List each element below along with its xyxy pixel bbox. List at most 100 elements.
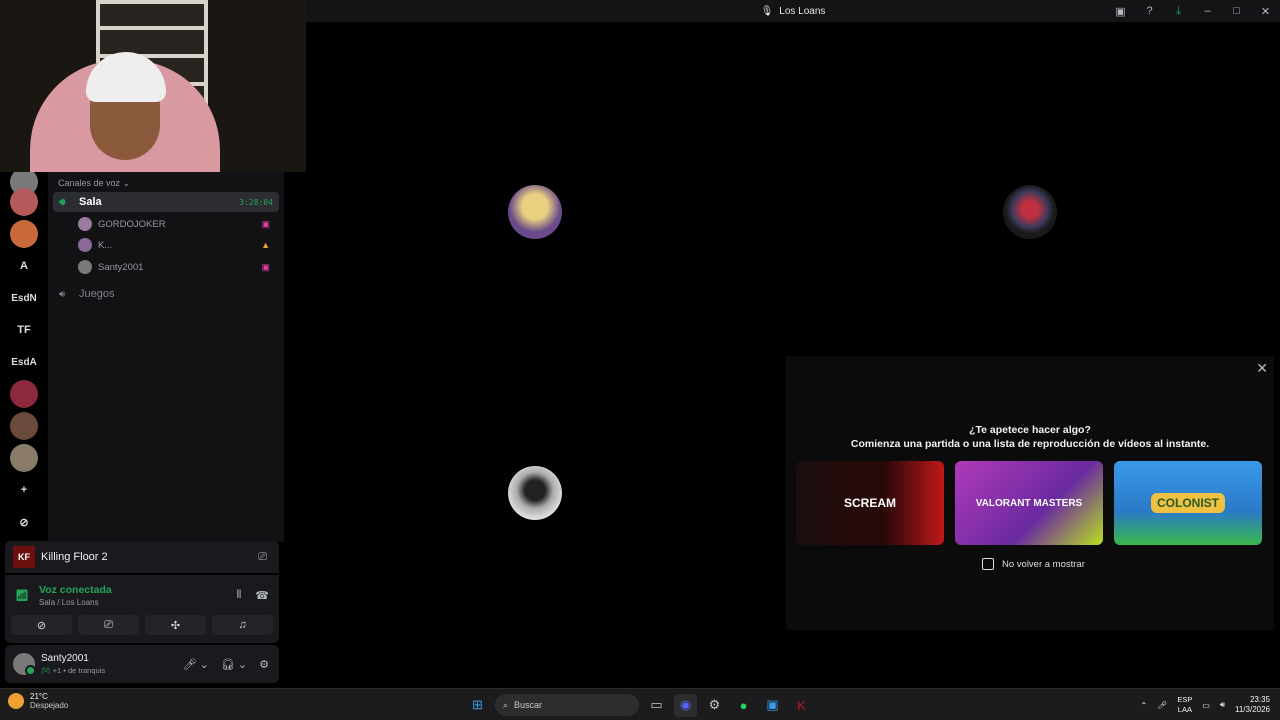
participant-tile[interactable]: [786, 75, 1274, 349]
maximize-icon[interactable]: □: [1222, 5, 1251, 17]
task-view-icon[interactable]: ▭: [645, 694, 668, 717]
server-icon[interactable]: [10, 412, 38, 440]
network-icon[interactable]: ▭: [1202, 701, 1210, 710]
screen-share-button[interactable]: ⎚: [78, 615, 139, 635]
window-title: 🎙 Los Loans: [760, 5, 826, 17]
game-controller-icon: 🎮︎: [41, 666, 51, 675]
speaker-icon: 🔊︎: [59, 288, 66, 300]
steam-icon[interactable]: ⚙: [703, 694, 726, 717]
voice-location[interactable]: Sala / Los Loans: [39, 598, 99, 607]
game-name: Killing Floor 2: [41, 551, 108, 563]
voice-status[interactable]: Voz conectada: [39, 584, 112, 596]
activity-panel[interactable]: KF Killing Floor 2 ⎚: [5, 541, 279, 573]
minimize-icon[interactable]: –: [1193, 5, 1222, 17]
call-timer: 3:28:04: [239, 197, 273, 207]
title-actions: ▣ ? ⤓ – □ ✕: [1106, 0, 1280, 22]
start-icon[interactable]: ⊞: [466, 694, 489, 717]
user-status: 🎮︎ +1 • de tranquis: [41, 666, 106, 675]
avatar: [508, 466, 562, 520]
discord-window: 🎙 Los Loans ▣ ? ⤓ – □ ✕ A EsdN TF EsdA + ⊘ Ca…: [0, 0, 1280, 720]
title-bar: 🎙 Los Loans ▣ ? ⤓ – □ ✕: [306, 0, 1280, 22]
microphone-icon[interactable]: 🎤︎ ⌄: [183, 658, 209, 671]
killing-floor-icon[interactable]: K: [790, 694, 813, 717]
store-icon[interactable]: ▣: [761, 694, 784, 717]
microphone-icon[interactable]: 🎤︎: [1157, 701, 1167, 710]
server-icon[interactable]: [10, 220, 38, 248]
suggestion-subheading: Comienza una partida o una lista de repr…: [850, 438, 1210, 450]
server-icon[interactable]: [10, 188, 38, 216]
close-icon[interactable]: ✕: [1251, 5, 1280, 18]
checkbox-box[interactable]: [982, 558, 994, 570]
voice-channel-sala[interactable]: 🔊︎ Sala 3:28:04: [53, 192, 279, 212]
taskbar-apps: ⊞ ⌕ Buscar ▭ ◉ ⚙ ● ▣ K: [466, 693, 813, 717]
clock[interactable]: 23:35 11/3/2026: [1235, 695, 1270, 715]
soundboard-button[interactable]: ♫: [212, 615, 273, 635]
help-icon[interactable]: ?: [1135, 5, 1164, 17]
soundboard-icon: ♫: [238, 619, 247, 631]
voice-category[interactable]: Canales de voz ⌄: [58, 178, 130, 189]
participant-tile[interactable]: [291, 75, 779, 349]
activities-icon: ✣: [170, 619, 181, 632]
user-panel: Santy2001 🎮︎ +1 • de tranquis 🎤︎ ⌄ 🎧︎ ⌄ …: [5, 645, 279, 683]
avatar: [78, 238, 92, 252]
server-icon[interactable]: TF: [10, 316, 38, 344]
server-icon[interactable]: ⊘: [10, 508, 38, 536]
avatar: [78, 217, 92, 231]
close-icon[interactable]: ✕: [1256, 360, 1268, 377]
volume-icon[interactable]: 🔊︎: [1220, 700, 1225, 710]
server-icon[interactable]: [10, 444, 38, 472]
activity-card-scream[interactable]: SCREAM: [796, 461, 944, 545]
disconnect-icon[interactable]: ☎: [255, 589, 269, 602]
discord-icon[interactable]: ◉: [674, 693, 697, 717]
headphones-icon[interactable]: 🎧︎ ⌄: [221, 658, 247, 671]
avatar[interactable]: [13, 653, 36, 676]
search-box[interactable]: ⌕ Buscar: [495, 694, 639, 716]
participant-tile[interactable]: [291, 356, 779, 630]
weather-widget[interactable]: 21°C Despejado: [8, 692, 68, 710]
noise-suppression-icon[interactable]: ⦀: [236, 589, 241, 602]
signal-icon[interactable]: 📶︎: [15, 589, 29, 602]
language-indicator[interactable]: ESP LAA: [1177, 695, 1192, 715]
activity-game-icon: ▣: [261, 218, 270, 229]
chevron-up-icon[interactable]: ⌃: [1141, 701, 1148, 710]
activity-card-colonist[interactable]: COLONIST: [1114, 461, 1262, 545]
voice-channel-juegos[interactable]: 🔊︎ Juegos: [53, 284, 279, 304]
voice-member[interactable]: GORDOJOKER ▣: [78, 214, 274, 234]
server-icon[interactable]: EsdA: [10, 348, 38, 376]
voice-member[interactable]: Santy2001 ▣: [78, 257, 274, 277]
speaker-icon: 🔊︎: [59, 196, 66, 208]
user-info[interactable]: Santy2001 🎮︎ +1 • de tranquis: [41, 653, 105, 675]
activity-card-valorant[interactable]: VALORANT MASTERS: [955, 461, 1103, 545]
server-icon[interactable]: A: [10, 252, 38, 280]
webcam-overlay: [0, 0, 306, 172]
username: Santy2001: [41, 653, 89, 664]
game-icon: KF: [13, 546, 35, 568]
server-icon[interactable]: EsdN: [10, 284, 38, 312]
spotify-icon[interactable]: ●: [732, 694, 755, 717]
server-icon[interactable]: [10, 380, 38, 408]
cast-icon[interactable]: ▣: [1106, 5, 1135, 18]
system-tray: ⌃ 🎤︎ ESP LAA ▭ 🔊︎ 23:35 11/3/2026: [1141, 693, 1270, 717]
activity-popcorn-icon: ▲: [261, 240, 270, 250]
activities-button[interactable]: ✣: [145, 615, 206, 635]
voice-call-icon: 🎙: [760, 5, 774, 17]
search-icon: ⌕: [503, 699, 509, 710]
settings-gear-icon[interactable]: ⚙: [259, 658, 269, 671]
download-icon[interactable]: ⤓: [1164, 5, 1193, 18]
avatar: [508, 185, 562, 239]
voice-connection-panel: 📶︎ Voz conectada Sala / Los Loans ⦀ ☎ ⊘ …: [5, 575, 279, 643]
suggestion-heading: ¿Te apetece hacer algo?: [969, 424, 1091, 436]
channel-sidebar: Canales de voz ⌄ 🔊︎ Sala 3:28:04 GORDOJO…: [48, 172, 284, 542]
activity-suggestion-panel: ✕ ¿Te apetece hacer algo? Comienza una p…: [786, 356, 1274, 630]
voice-member[interactable]: K... ▲: [78, 235, 274, 255]
weather-icon: [8, 693, 24, 709]
avatar: [78, 260, 92, 274]
taskbar: 21°C Despejado ⊞ ⌕ Buscar ▭ ◉ ⚙ ● ▣ K ⌃ …: [0, 688, 1280, 720]
stream-game-icon[interactable]: ⎚: [258, 551, 267, 564]
camera-off-button[interactable]: ⊘: [11, 615, 72, 635]
dont-show-again-checkbox[interactable]: No volver a mostrar: [982, 558, 1085, 570]
avatar: [1003, 185, 1057, 239]
screen-share-icon: ⎚: [104, 618, 113, 631]
activity-game-icon: ▣: [261, 261, 270, 272]
server-icon[interactable]: +: [10, 476, 38, 504]
